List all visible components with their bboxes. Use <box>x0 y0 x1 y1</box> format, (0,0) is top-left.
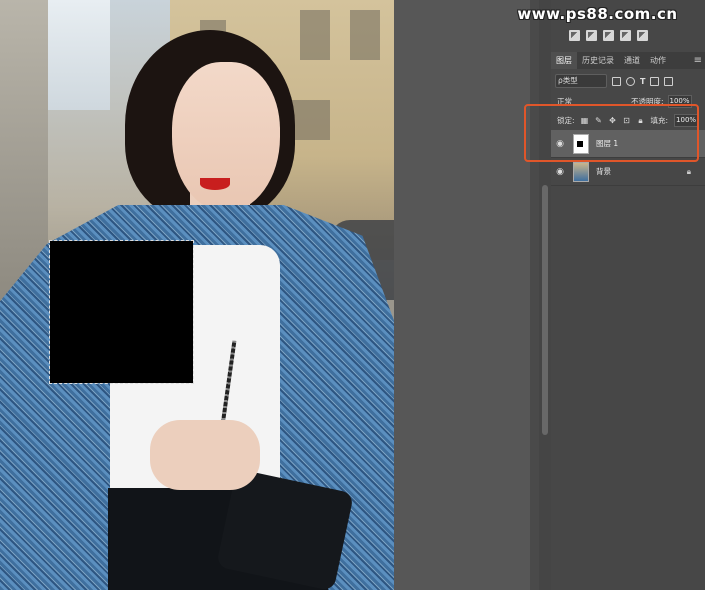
quick-icon-row <box>569 30 648 41</box>
layer-kind-filter-select[interactable]: ρ类型 <box>555 74 607 88</box>
tab-layers[interactable]: 图层 <box>551 52 577 69</box>
photo-hand <box>150 420 260 490</box>
panel-separator <box>530 0 539 590</box>
tab-channels[interactable]: 通道 <box>619 52 645 69</box>
document-canvas[interactable] <box>0 0 394 590</box>
panel-menu-icon[interactable]: ≡ <box>694 55 702 66</box>
layer-lock-icon: 🔒︎ <box>686 166 691 176</box>
scrollbar-thumb[interactable] <box>542 185 548 435</box>
adjustment-filter-icon[interactable] <box>626 76 635 86</box>
type-filter-icon[interactable]: T <box>640 77 645 86</box>
black-fill-selection[interactable] <box>49 240 194 384</box>
photo-lips <box>200 178 230 190</box>
layers-panel: 图层 历史记录 通道 动作 ≡ ρ类型 T 正常 不透明度: 100% 锁定: … <box>551 0 705 590</box>
tab-actions[interactable]: 动作 <box>645 52 671 69</box>
photo-window <box>300 10 330 60</box>
quick-action-icon[interactable] <box>603 30 614 41</box>
pixel-filter-icon[interactable] <box>612 76 621 86</box>
quick-action-icon[interactable] <box>586 30 597 41</box>
photo-window <box>290 100 330 140</box>
canvas-pasteboard <box>394 0 530 590</box>
quick-action-icon[interactable] <box>637 30 648 41</box>
annotation-highlight-box <box>524 104 699 162</box>
photo-face <box>172 62 280 212</box>
shape-filter-icon[interactable] <box>650 76 660 86</box>
layer-name: 背景 <box>596 167 611 176</box>
watermark-text: www.ps88.com.cn <box>517 5 678 23</box>
smart-object-filter-icon[interactable] <box>664 76 674 86</box>
layer-thumbnail <box>573 161 589 182</box>
panel-tabs: 图层 历史记录 通道 动作 ≡ <box>551 52 705 69</box>
tab-history[interactable]: 历史记录 <box>577 52 619 69</box>
layer-filter-row: ρ类型 T <box>555 74 705 88</box>
photo-window <box>350 10 380 60</box>
quick-action-icon[interactable] <box>620 30 631 41</box>
visibility-eye-icon[interactable]: ◉ <box>551 167 569 177</box>
layer-row[interactable]: ◉ 背景 🔒︎ <box>551 158 705 186</box>
quick-action-icon[interactable] <box>569 30 580 41</box>
